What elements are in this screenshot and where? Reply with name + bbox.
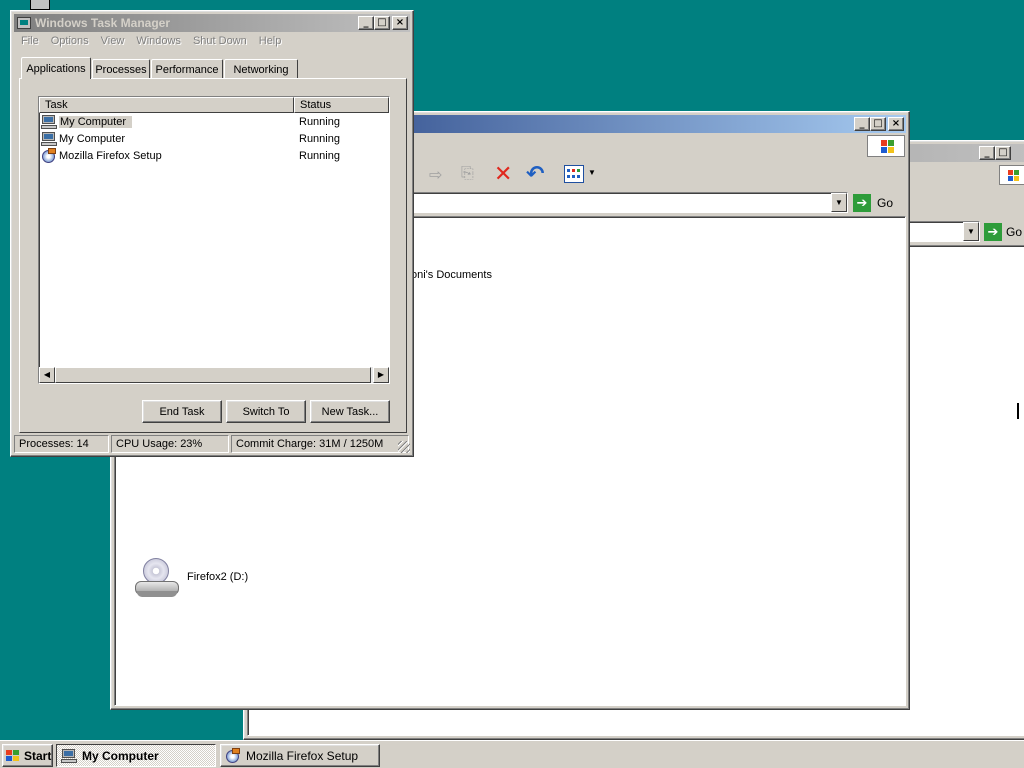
task-list[interactable]: Task Status My Computer Running My Compu… [38, 96, 390, 384]
explorer-go-arrow-icon: ➔ [853, 193, 871, 212]
task-manager-app-icon [17, 17, 31, 29]
delete-icon[interactable]: ✕ [494, 162, 516, 186]
explorer-address-dropdown-button[interactable]: ▼ [831, 193, 847, 212]
undo-icon[interactable]: ↶ [526, 162, 550, 186]
column-header-status[interactable]: Status [294, 97, 389, 113]
explorer-close-button[interactable]: × [888, 117, 904, 131]
scroll-right-button[interactable]: ▶ [373, 367, 389, 383]
task-manager-titlebar[interactable]: Windows Task Manager _ □ × [14, 14, 410, 32]
switch-to-button[interactable]: Switch To [226, 400, 306, 423]
scroll-thumb[interactable] [55, 367, 371, 383]
back-go-button[interactable]: ➔ Go [984, 221, 1024, 242]
back-address-dropdown-button[interactable]: ▼ [963, 222, 979, 241]
menu-view[interactable]: View [95, 35, 131, 47]
column-header-task[interactable]: Task [39, 97, 294, 113]
task-row[interactable]: My Computer Running [41, 114, 381, 130]
taskbar-item-my-computer[interactable]: My Computer [56, 744, 216, 767]
explorer-windows-logo-icon [867, 135, 905, 157]
task-manager-statusbar: Processes: 14 CPU Usage: 23% Commit Char… [14, 435, 411, 453]
explorer-minimize-button[interactable]: _ [854, 117, 870, 131]
cd-drive-icon [133, 555, 183, 603]
menu-shut-down[interactable]: Shut Down [187, 35, 253, 47]
documents-folder-item[interactable]: oni's Documents [411, 269, 492, 281]
status-commit-charge: Commit Charge: 31M / 1250M [231, 435, 409, 453]
views-dropdown-icon[interactable]: ▼ [588, 168, 596, 177]
back-minimize-button[interactable]: _ [979, 146, 995, 160]
setup-installer-icon [225, 747, 241, 764]
start-label: Start [24, 748, 52, 763]
tab-networking[interactable]: Networking [224, 59, 298, 79]
task-list-hscrollbar[interactable]: ◀ ▶ [39, 367, 389, 383]
views-icon[interactable]: ▼ [564, 165, 598, 185]
my-computer-icon [41, 114, 57, 130]
back-go-label: Go [1006, 224, 1023, 239]
explorer-maximize-button[interactable]: □ [870, 117, 886, 131]
taskbar: Start My Computer Mozilla Firefox Setup [0, 740, 1024, 768]
task-manager-title: Windows Task Manager [35, 16, 171, 30]
menu-windows[interactable]: Windows [130, 35, 187, 47]
task-status: Running [299, 133, 340, 145]
task-manager-minimize-button[interactable]: _ [358, 16, 374, 30]
end-task-button[interactable]: End Task [142, 400, 222, 423]
scroll-left-button[interactable]: ◀ [39, 367, 55, 383]
tab-processes[interactable]: Processes [92, 59, 150, 79]
task-manager-window[interactable]: Windows Task Manager _ □ × File Options … [10, 10, 414, 457]
taskbar-item-firefox-setup[interactable]: Mozilla Firefox Setup [220, 744, 380, 767]
task-name: Mozilla Firefox Setup [59, 150, 162, 162]
cd-drive-item[interactable]: Firefox2 (D:) [133, 555, 248, 603]
setup-installer-icon [41, 148, 57, 164]
task-manager-menubar: File Options View Windows Shut Down Help [15, 35, 287, 47]
tab-applications[interactable]: Applications [21, 57, 91, 79]
menu-file[interactable]: File [15, 35, 45, 47]
task-status: Running [299, 150, 340, 162]
explorer-go-button[interactable]: ➔ Go [853, 192, 905, 213]
my-computer-icon [41, 131, 57, 147]
mouse-cursor-icon [1017, 403, 1024, 419]
back-address-combo[interactable]: ▼ [904, 221, 980, 242]
back-maximize-button[interactable]: □ [995, 146, 1011, 160]
status-cpu-usage: CPU Usage: 23% [111, 435, 229, 453]
task-name: My Computer [59, 133, 126, 145]
explorer-go-label: Go [877, 195, 894, 210]
start-windows-logo-icon [5, 749, 21, 763]
desktop-icon[interactable] [30, 0, 50, 10]
new-task-button[interactable]: New Task... [310, 400, 390, 423]
taskbar-item-label: Mozilla Firefox Setup [246, 748, 359, 763]
status-processes: Processes: 14 [14, 435, 109, 453]
my-computer-icon [61, 748, 77, 764]
copy-to-icon[interactable]: ⎘ [461, 165, 483, 185]
back-go-arrow-icon: ➔ [984, 222, 1002, 241]
task-row[interactable]: My Computer Running [41, 131, 381, 147]
cd-drive-label: Firefox2 (D:) [187, 571, 249, 583]
back-windows-logo-icon [999, 165, 1024, 185]
resize-grip-icon[interactable] [398, 441, 410, 453]
tab-performance[interactable]: Performance [151, 59, 223, 79]
taskbar-item-label: My Computer [82, 748, 159, 763]
menu-help[interactable]: Help [253, 35, 288, 47]
task-status: Running [299, 116, 340, 128]
task-row[interactable]: Mozilla Firefox Setup Running [41, 148, 381, 164]
menu-options[interactable]: Options [45, 35, 95, 47]
task-manager-close-button[interactable]: × [392, 16, 408, 30]
start-button[interactable]: Start [2, 744, 53, 767]
applications-tab-page: Task Status My Computer Running My Compu… [19, 78, 407, 433]
task-manager-maximize-button[interactable]: □ [374, 16, 390, 30]
move-to-icon[interactable]: ⇨ [429, 165, 451, 185]
task-name: My Computer [59, 116, 133, 128]
